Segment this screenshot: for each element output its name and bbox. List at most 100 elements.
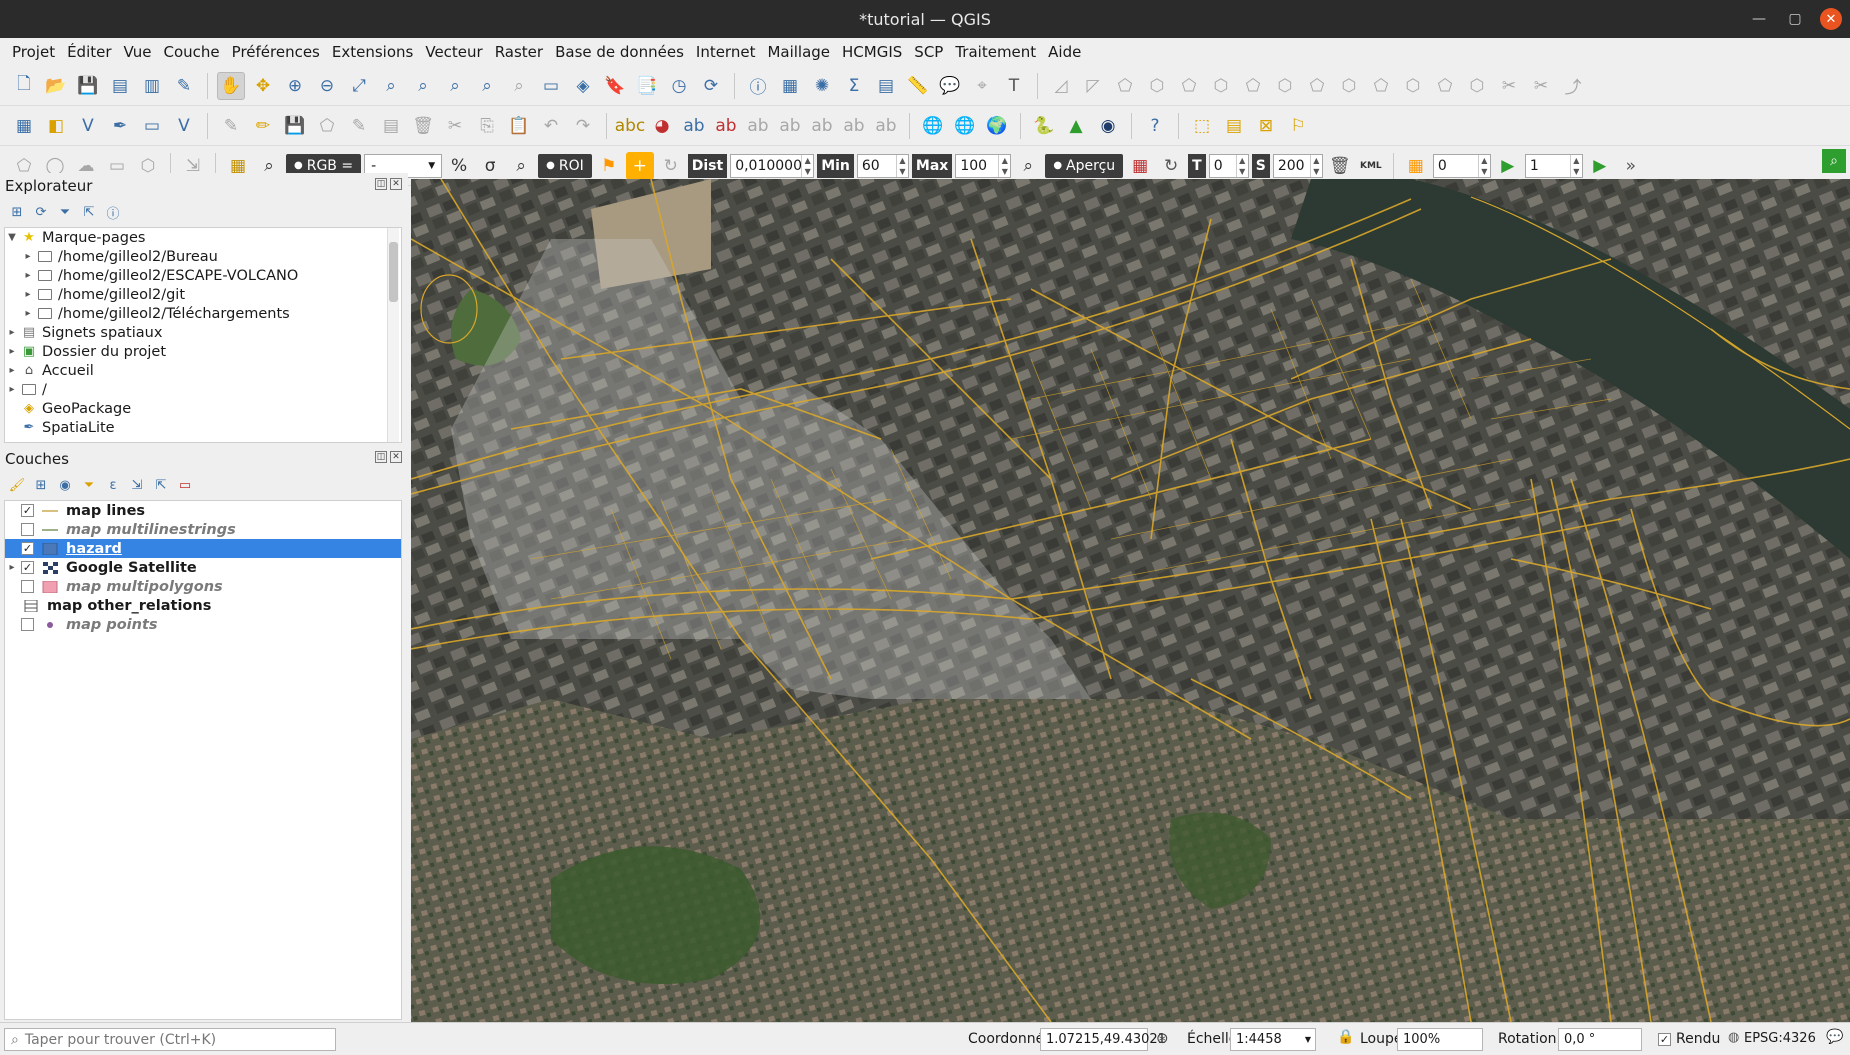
label-callout-icon[interactable]: ab [872,112,900,140]
modify-attributes-icon[interactable]: ▤ [377,112,405,140]
new-print-layout-icon[interactable]: ▤ [106,72,134,100]
deselect-all-icon[interactable]: ⊠ [1252,112,1280,140]
layer-visibility-checkbox[interactable] [21,618,34,631]
digitize-icon-10[interactable]: ⬡ [1335,72,1363,100]
add-feature-icon[interactable]: ⬠ [313,112,341,140]
layer-row-map-multipolygons[interactable]: map multipolygons [5,577,401,596]
add-group-icon[interactable]: ⊞ [32,476,50,494]
current-edits-icon[interactable]: ✎ [217,112,245,140]
browser-item-dossier-projet[interactable]: ▸ ▣ Dossier du projet [5,342,401,361]
layout-manager-icon[interactable]: ▥ [138,72,166,100]
select-by-value-icon[interactable]: ▤ [1220,112,1248,140]
t-spinbox[interactable]: 0 ▲ ▼ [1208,153,1249,178]
menu-internet[interactable]: Internet [690,38,762,66]
close-panel-button[interactable]: ✕ [390,178,402,190]
temporal-controller-icon[interactable]: ◷ [665,72,693,100]
expand-all-icon[interactable]: ⇲ [128,476,146,494]
layer-row-map-multilinestrings[interactable]: map multilinestrings [5,520,401,539]
toolbox-icon[interactable]: ✺ [808,72,836,100]
layer-visibility-checkbox[interactable]: ✓ [21,561,34,574]
menu-vue[interactable]: Vue [118,38,158,66]
refresh-browser-icon[interactable]: ⟳ [32,203,50,221]
zoom-next-icon[interactable]: ⌕ [505,72,533,100]
render-checkbox[interactable]: ✓ [1658,1033,1671,1046]
dem-icon[interactable]: ▲ [1062,112,1090,140]
digitize-icon-4[interactable]: ⬡ [1143,72,1171,100]
layer-visibility-checkbox[interactable] [21,523,34,536]
min-spinbox[interactable]: 60 ▲ ▼ [856,153,909,178]
filter-legend-icon[interactable]: ⏷ [80,476,98,494]
identify-icon[interactable]: ⓘ [744,72,772,100]
redo-preview-icon[interactable]: ↻ [1157,152,1185,180]
remove-temp-files-icon[interactable]: 🗑 [1326,152,1354,180]
region-growing-icon[interactable]: + [625,151,654,180]
digitize-icon-2[interactable]: ◸ [1079,72,1107,100]
digitize-icon-7[interactable]: ⬠ [1239,72,1267,100]
new-geopackage-icon[interactable]: ◧ [42,112,70,140]
menu-extensions[interactable]: Extensions [326,38,419,66]
layer-visibility-checkbox[interactable] [21,580,34,593]
map-canvas[interactable] [411,179,1850,1022]
redo-icon[interactable]: ↷ [569,112,597,140]
manage-map-themes-icon[interactable]: ◉ [56,476,74,494]
new-shapefile-icon[interactable]: V [74,112,102,140]
browser-item-root[interactable]: ▸ / [5,380,401,399]
browser-item-spatialite[interactable]: ✒ SpatiaLite [5,418,401,437]
search-green-icon[interactable]: ⌕ [1822,149,1846,173]
band-set-icon[interactable]: ▦ [1402,152,1430,180]
menu-scp[interactable]: SCP [908,38,949,66]
attribute-table-icon[interactable]: ▦ [776,72,804,100]
zoom-full-icon[interactable]: ⤢ [345,72,373,100]
collapse-all-icon[interactable]: ⇱ [80,203,98,221]
help-icon[interactable]: ? [1141,112,1169,140]
menu-couche[interactable]: Couche [158,38,226,66]
filter-icon[interactable]: ⏷ [56,203,74,221]
open-project-icon[interactable]: 📂 [42,72,70,100]
new-spatialite-icon[interactable]: ✒ [106,112,134,140]
layer-row-hazard[interactable]: ✓ hazard [5,539,401,558]
add-layers-icon[interactable]: ⊞ [8,203,26,221]
rotate-label-icon[interactable]: ab [776,112,804,140]
digitize-icon-12[interactable]: ⬡ [1399,72,1427,100]
metasearch-2-icon[interactable]: 🌐 [951,112,979,140]
browser-item-accueil[interactable]: ▸ ⌂ Accueil [5,361,401,380]
browser-item-bureau[interactable]: ▸/home/gilleol2/Bureau [5,247,401,266]
zoom-native-icon[interactable]: ⌕ [441,72,469,100]
layer-visibility-checkbox[interactable]: ✓ [21,542,34,555]
new-virtual-layer-icon[interactable]: V [170,112,198,140]
diagram-icon[interactable]: ◕ [648,112,676,140]
crs-button[interactable]: EPSG:4326 [1744,1031,1816,1046]
refresh-icon[interactable]: ⟳ [697,72,725,100]
close-button[interactable]: ✕ [1820,8,1842,30]
new-project-icon[interactable]: 🗋 [10,72,38,100]
label-icon[interactable]: abc [615,112,646,140]
browser-item-signets-spatiaux[interactable]: ▸ ▤ Signets spatiaux [5,323,401,342]
float-panel-button[interactable]: ◫ [375,451,387,463]
measure-icon[interactable]: 📏 [904,72,932,100]
locator-search-input[interactable]: ⌕ Taper pour trouver (Ctrl+K) [4,1028,336,1051]
remove-layer-icon[interactable]: ▭ [176,476,194,494]
band-spinbox[interactable]: 0 ▲ ▼ [1432,153,1491,178]
statistics-icon[interactable]: Σ [840,72,868,100]
globe-icon[interactable]: ◉ [1094,112,1122,140]
open-field-calculator-icon[interactable]: ▤ [872,72,900,100]
local-cumulative-stretch-icon[interactable]: % [445,152,473,180]
magnifier-spinbox[interactable]: 100% [1397,1028,1483,1051]
copy-features-icon[interactable]: ⎘ [473,112,501,140]
digitize-icon-15[interactable]: ✂ [1495,72,1523,100]
collapse-layers-icon[interactable]: ⇱ [152,476,170,494]
close-panel-button[interactable]: ✕ [390,451,402,463]
digitize-icon-16[interactable]: ✂ [1527,72,1555,100]
dist-spinbox[interactable]: 0,010000 ▲ ▼ [730,153,815,178]
redo-roi-icon[interactable]: ↻ [657,152,685,180]
new-temp-layer-icon[interactable]: ▭ [138,112,166,140]
menu-hcmgis[interactable]: HCMGIS [836,38,908,66]
rotation-spinbox[interactable]: 0,0 ° [1558,1028,1642,1051]
menu-vecteur[interactable]: Vecteur [419,38,488,66]
zoom-preview-icon[interactable]: ⌕ [1014,152,1042,180]
python-console-icon[interactable]: 🐍 [1030,112,1058,140]
s-spinbox[interactable]: 200 ▲ ▼ [1272,153,1323,178]
kml-icon[interactable]: KML [1357,152,1385,180]
browser-item-geopackage[interactable]: ◈ GeoPackage [5,399,401,418]
cut-features-icon[interactable]: ✂ [441,112,469,140]
